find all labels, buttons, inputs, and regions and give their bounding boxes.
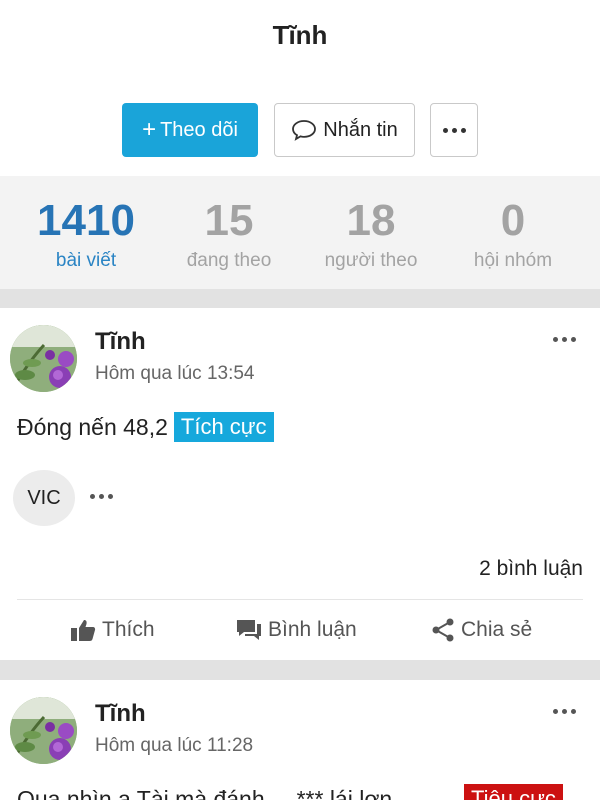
profile-stats: 1410 bài viết 15 đang theo 18 người theo…: [0, 176, 600, 289]
like-label: Thích: [102, 618, 155, 641]
post-timestamp: Hôm qua lúc 13:54: [95, 363, 255, 384]
more-dots-icon: [442, 127, 466, 133]
stat-value: 0: [500, 196, 526, 245]
post-content: Đóng nến 48,2 Tích cực: [17, 412, 274, 442]
post-card: Tĩnh Hôm qua lúc 11:28 Qua nhìn a Tài mà…: [0, 680, 600, 800]
stat-label: đang theo: [186, 250, 272, 271]
post-content: Qua nhìn a Tài mà đánh ... *** lái lợn: [17, 786, 392, 800]
stat-followers[interactable]: 18 người theo: [296, 196, 446, 272]
stat-label: bài viết: [55, 250, 117, 271]
comments-count[interactable]: 2 bình luận: [479, 557, 583, 581]
message-button[interactable]: Nhắn tin: [274, 103, 415, 157]
post-timestamp: Hôm qua lúc 11:28: [95, 735, 254, 756]
avatar[interactable]: [10, 697, 77, 764]
stat-value: 1410: [37, 196, 135, 245]
post-text: Qua nhìn a Tài mà đánh ... *** lái lợn: [17, 786, 393, 800]
profile-title: Tĩnh: [272, 20, 328, 50]
post-author[interactable]: Tĩnh: [95, 328, 146, 356]
post-card: Tĩnh Hôm qua lúc 13:54 Đóng nến 48,2 Tíc…: [0, 308, 600, 660]
comment-label: Bình luận: [268, 618, 357, 641]
like-button[interactable]: Thích: [70, 618, 155, 642]
post-author[interactable]: Tĩnh: [95, 700, 146, 728]
stat-label: người theo: [324, 250, 418, 271]
sentiment-tag-negative: Tiêu cực: [464, 784, 563, 800]
share-button[interactable]: Chia sẻ: [431, 618, 532, 642]
plus-icon: +: [142, 116, 157, 143]
chat-bubble-icon: [292, 120, 317, 141]
post-more-icon[interactable]: [553, 709, 576, 714]
stat-label: hội nhóm: [473, 250, 553, 271]
section-divider: [0, 289, 600, 308]
follow-button[interactable]: + Theo dõi: [122, 103, 258, 157]
ticker-chip[interactable]: VIC: [13, 470, 75, 526]
flower-avatar-icon: [10, 325, 77, 392]
flower-avatar-icon: [10, 697, 77, 764]
post-more-icon[interactable]: [553, 337, 576, 342]
avatar[interactable]: [10, 325, 77, 392]
profile-actions: + Theo dõi Nhắn tin: [0, 103, 600, 157]
share-icon: [432, 618, 454, 642]
stat-groups[interactable]: 0 hội nhóm: [438, 196, 588, 272]
stat-value: 18: [346, 196, 396, 245]
message-label: Nhắn tin: [323, 118, 398, 141]
more-options-button[interactable]: [430, 103, 478, 157]
comment-button[interactable]: Bình luận: [236, 618, 357, 642]
share-label: Chia sẻ: [461, 618, 533, 641]
stat-following[interactable]: 15 đang theo: [154, 196, 304, 272]
post-text: Đóng nến 48,2: [17, 413, 168, 440]
ticker-more-icon[interactable]: [90, 494, 113, 499]
comment-icon: [237, 620, 261, 640]
section-divider: [0, 660, 600, 680]
post-divider: [17, 599, 583, 600]
stat-value: 15: [204, 196, 254, 245]
thumbs-up-icon: [71, 620, 96, 641]
follow-label: Theo dõi: [160, 118, 238, 141]
sentiment-tag-positive: Tích cực: [173, 412, 274, 442]
stat-posts[interactable]: 1410 bài viết: [11, 196, 161, 272]
